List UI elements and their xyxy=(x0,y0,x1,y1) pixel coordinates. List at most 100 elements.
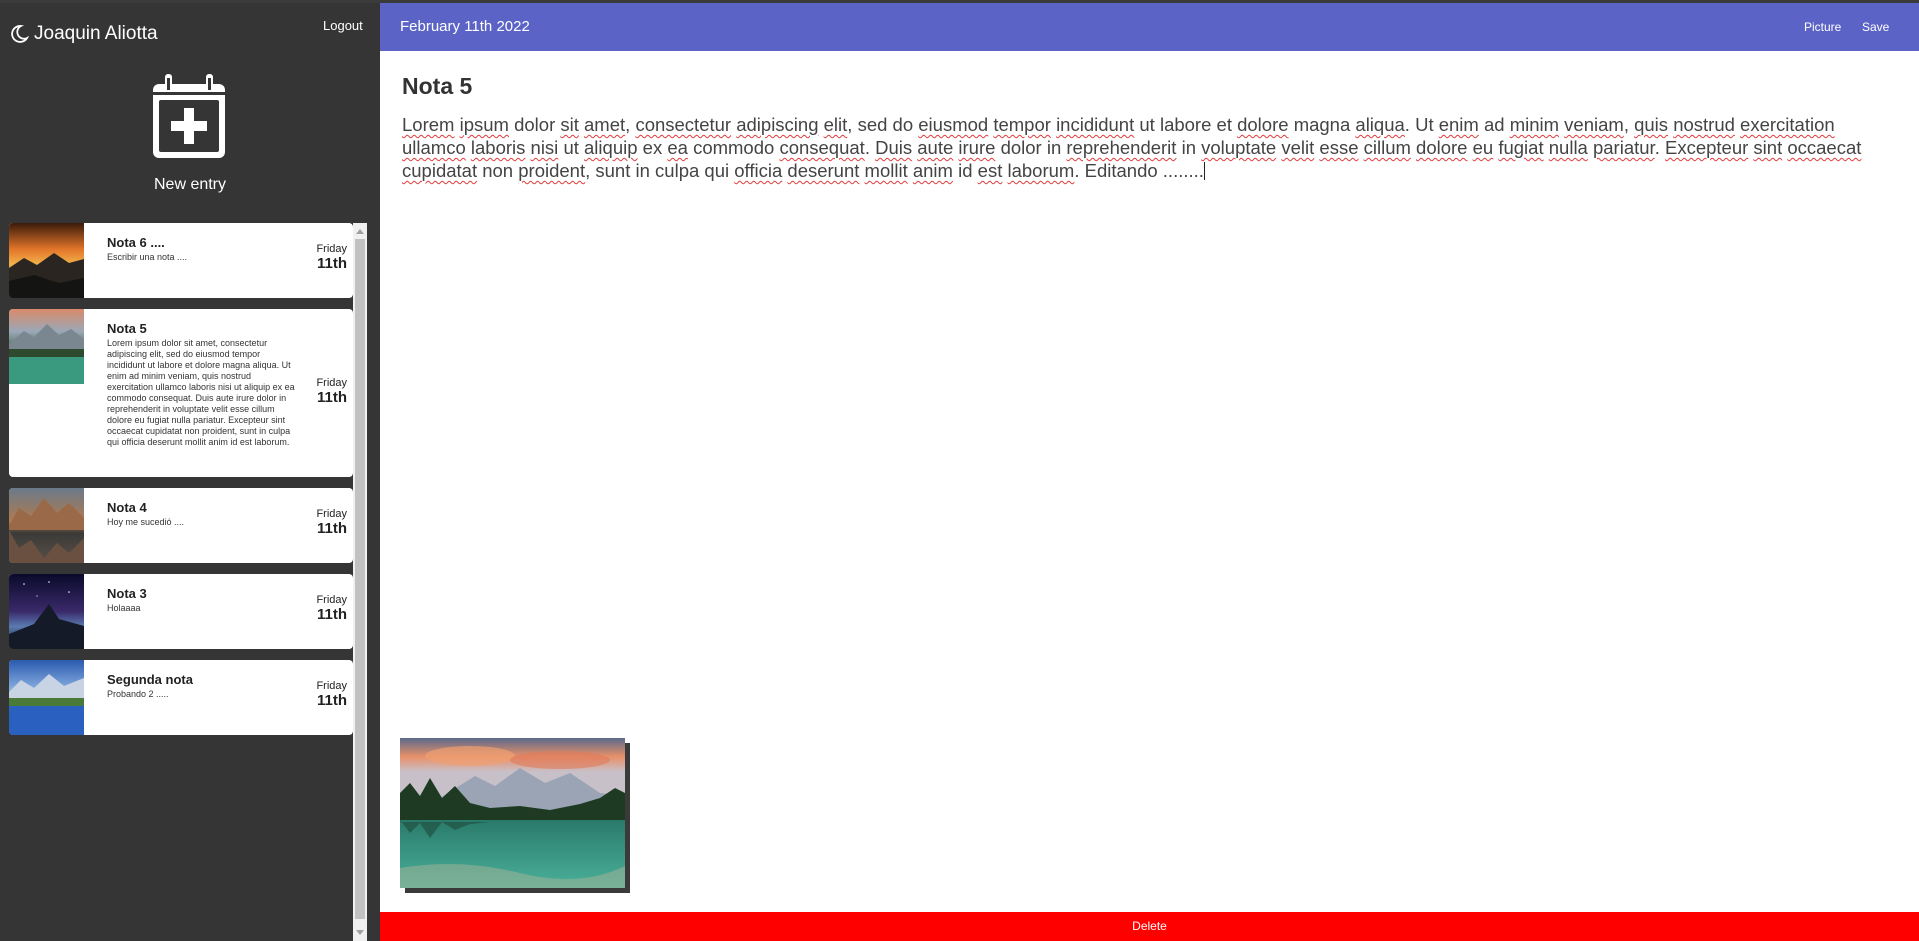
entry-snippet: Lorem ipsum dolor sit amet, consectetur … xyxy=(107,338,295,447)
misspelled-word: ullamco xyxy=(402,137,466,158)
entry-thumbnail xyxy=(9,660,84,735)
scroll-thumb[interactable] xyxy=(355,239,365,919)
misspelled-word: ipsum xyxy=(459,114,509,135)
note-body-textarea[interactable]: Lorem ipsum dolor sit amet, consectetur … xyxy=(402,113,1892,182)
misspelled-word: aliqua xyxy=(1355,114,1405,135)
entry-date: Friday 11th xyxy=(316,377,347,406)
entry-list-scrollbar[interactable] xyxy=(353,223,367,941)
picture-button[interactable]: Picture xyxy=(1804,20,1841,34)
misspelled-word: cupidatat xyxy=(402,160,478,181)
list-item[interactable]: Nota 6 .... Escribir una nota .... Frida… xyxy=(9,223,353,298)
misspelled-word: occaecat xyxy=(1787,137,1862,158)
logout-button[interactable]: Logout xyxy=(323,18,363,33)
misspelled-word: aute xyxy=(917,137,954,158)
misspelled-word: est xyxy=(977,160,1003,181)
misspelled-word: consectetur xyxy=(635,114,732,135)
misspelled-word: nulla xyxy=(1548,137,1588,158)
entry-snippet: Holaaaa xyxy=(107,603,141,613)
entry-day-name: Friday xyxy=(316,243,347,255)
list-item[interactable]: Nota 4 Hoy me sucedió .... Friday 11th xyxy=(9,488,353,563)
misspelled-word: anim xyxy=(912,160,953,181)
entry-day-number: 11th xyxy=(316,389,347,406)
entry-day-name: Friday xyxy=(316,377,347,389)
misspelled-word: aliquip xyxy=(584,137,638,158)
misspelled-word: reprehenderit xyxy=(1066,137,1177,158)
misspelled-word: minim xyxy=(1509,114,1560,135)
misspelled-word: amet xyxy=(584,114,626,135)
entry-title: Nota 5 xyxy=(107,321,147,336)
misspelled-word: voluptate xyxy=(1201,137,1277,158)
entry-thumbnail xyxy=(9,309,84,384)
entry-title: Nota 6 .... xyxy=(107,235,165,250)
misspelled-word: consequat xyxy=(779,137,865,158)
misspelled-word: cillum xyxy=(1363,137,1411,158)
entry-thumbnail xyxy=(9,223,84,298)
sidebar: Joaquin Aliotta Logout New entry Nota 6 xyxy=(0,3,380,941)
scroll-down-arrow-icon[interactable] xyxy=(356,930,364,935)
scroll-up-arrow-icon[interactable] xyxy=(356,229,364,234)
misspelled-word: officia xyxy=(734,160,783,181)
entry-title: Nota 3 xyxy=(107,586,147,601)
save-button[interactable]: Save xyxy=(1862,20,1889,34)
misspelled-word: laboris xyxy=(470,137,526,158)
entry-day-number: 11th xyxy=(316,255,347,272)
entry-day-name: Friday xyxy=(316,680,347,692)
entry-date: Friday 11th xyxy=(316,243,347,272)
list-item[interactable]: Nota 5 Lorem ipsum dolor sit amet, conse… xyxy=(9,309,353,477)
entry-date: Friday 11th xyxy=(316,594,347,623)
misspelled-word: tempor xyxy=(993,114,1051,135)
misspelled-word: pariatur xyxy=(1592,137,1655,158)
misspelled-word: veniam xyxy=(1564,114,1624,135)
misspelled-word: incididunt xyxy=(1056,114,1135,135)
misspelled-word: mollit xyxy=(864,160,908,181)
list-item[interactable]: Nota 3 Holaaaa Friday 11th xyxy=(9,574,353,649)
header-date: February 11th 2022 xyxy=(400,18,530,35)
note-title-input[interactable]: Nota 5 xyxy=(402,73,472,100)
misspelled-word: exercitation xyxy=(1740,114,1835,135)
entry-snippet: Hoy me sucedió .... xyxy=(107,517,185,527)
entry-title: Nota 4 xyxy=(107,500,147,515)
misspelled-word: esse xyxy=(1319,137,1359,158)
delete-button[interactable]: Delete xyxy=(380,912,1919,941)
misspelled-word: velit xyxy=(1281,137,1315,158)
new-entry-label[interactable]: New entry xyxy=(0,176,380,194)
entry-snippet: Probando 2 ..... xyxy=(107,689,169,699)
entry-day-number: 11th xyxy=(316,520,347,537)
misspelled-word: irure xyxy=(958,137,996,158)
misspelled-word: nisi xyxy=(530,137,559,158)
entry-date: Friday 11th xyxy=(316,680,347,709)
list-item[interactable]: Segunda nota Probando 2 ..... Friday 11t… xyxy=(9,660,353,735)
misspelled-word: proident xyxy=(518,160,586,181)
misspelled-word: dolore xyxy=(1416,137,1468,158)
misspelled-word: sint xyxy=(1753,137,1783,158)
misspelled-word: Duis xyxy=(875,137,913,158)
misspelled-word: fugiat xyxy=(1498,137,1544,158)
misspelled-word: quis xyxy=(1634,114,1669,135)
misspelled-word: Lorem xyxy=(402,114,455,135)
entry-list: Nota 6 .... Escribir una nota .... Frida… xyxy=(9,223,353,941)
editor-header: February 11th 2022 Picture Save xyxy=(380,3,1919,51)
entry-day-name: Friday xyxy=(316,594,347,606)
entry-date: Friday 11th xyxy=(316,508,347,537)
misspelled-word: enim xyxy=(1438,114,1479,135)
misspelled-word: eu xyxy=(1472,137,1494,158)
misspelled-word: nostrud xyxy=(1673,114,1735,135)
misspelled-word: deserunt xyxy=(787,160,860,181)
entry-snippet: Escribir una nota .... xyxy=(107,252,188,262)
misspelled-word: adipiscing xyxy=(736,114,819,135)
moon-icon xyxy=(11,25,29,43)
entry-thumbnail xyxy=(9,574,84,649)
entry-day-number: 11th xyxy=(316,606,347,623)
misspelled-word: Excepteur xyxy=(1664,137,1749,158)
misspelled-word: elit xyxy=(823,114,848,135)
text-caret xyxy=(1203,162,1205,180)
entry-title: Segunda nota xyxy=(107,672,193,687)
calendar-plus-icon[interactable] xyxy=(153,74,225,158)
entry-day-number: 11th xyxy=(316,692,347,709)
entry-thumbnail xyxy=(9,488,84,563)
misspelled-word: laborum xyxy=(1007,160,1075,181)
misspelled-word: dolore xyxy=(1237,114,1289,135)
misspelled-word: sit xyxy=(560,114,579,135)
note-picture xyxy=(400,738,625,888)
user-name: Joaquin Aliotta xyxy=(9,23,158,45)
